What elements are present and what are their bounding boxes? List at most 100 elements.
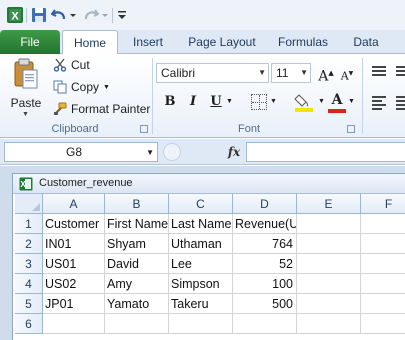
excel-icon[interactable]: X (4, 5, 26, 25)
tab-page-layout[interactable]: Page Layout (184, 30, 260, 54)
column-header-b[interactable]: B (105, 194, 169, 214)
cell-f5[interactable] (361, 294, 405, 314)
copy-dropdown-icon[interactable]: ▼ (103, 84, 110, 91)
tab-home[interactable]: Home (62, 30, 118, 55)
align-left-icon[interactable] (372, 96, 386, 112)
font-name-dropdown-icon[interactable]: ▼ (258, 64, 266, 82)
redo-icon[interactable] (82, 5, 100, 25)
fill-color-dropdown-icon[interactable]: ▼ (318, 98, 325, 105)
scissors-icon (52, 57, 68, 73)
shrink-font-label: A (340, 69, 349, 83)
cell-e4[interactable] (297, 274, 361, 294)
cell-f6[interactable] (361, 314, 405, 334)
row-header-3[interactable]: 3 (15, 254, 43, 274)
grow-font-button[interactable]: A▲ (316, 63, 336, 85)
row-header-5[interactable]: 5 (15, 294, 43, 314)
paste-button[interactable]: Paste ▼ (6, 58, 46, 118)
tab-file[interactable]: File (0, 30, 60, 54)
row-header-2[interactable]: 2 (15, 234, 43, 254)
format-painter-button[interactable]: Format Painter (52, 100, 150, 118)
undo-dropdown-icon[interactable] (68, 5, 78, 25)
cell-f2[interactable] (361, 234, 405, 254)
tab-formulas[interactable]: Formulas (272, 30, 334, 54)
cell-b2[interactable]: Shyam (105, 234, 169, 254)
cell-c2[interactable]: Uthaman (169, 234, 233, 254)
font-color-dropdown-icon[interactable]: ▼ (348, 98, 355, 105)
tab-data[interactable]: Data (346, 30, 386, 54)
name-box[interactable]: G8 ▼ (4, 142, 158, 162)
row-header-1[interactable]: 1 (15, 214, 43, 234)
font-size-combo[interactable]: 11 ▼ (271, 63, 311, 83)
align-top-icon[interactable] (372, 66, 386, 78)
cell-c5[interactable]: Takeru (169, 294, 233, 314)
save-icon[interactable] (30, 5, 48, 25)
shrink-font-button[interactable]: A▼ (338, 63, 356, 83)
cell-e1[interactable] (297, 214, 361, 234)
cell-c4[interactable]: Simpson (169, 274, 233, 294)
row-header-6[interactable]: 6 (15, 314, 43, 334)
font-launcher-icon[interactable] (347, 125, 355, 133)
cell-f4[interactable] (361, 274, 405, 294)
cut-button[interactable]: Cut (52, 56, 90, 74)
cell-a3[interactable]: US01 (43, 254, 105, 274)
column-header-a[interactable]: A (43, 194, 105, 214)
fill-color-icon[interactable] (294, 92, 316, 112)
cell-f3[interactable] (361, 254, 405, 274)
cell-d3[interactable]: 52 (233, 254, 297, 274)
underline-button[interactable]: U (206, 92, 226, 112)
paste-dropdown-icon[interactable]: ▼ (22, 111, 29, 118)
font-name-combo[interactable]: Calibri ▼ (156, 63, 269, 83)
row-header-4[interactable]: 4 (15, 274, 43, 294)
cell-e2[interactable] (297, 234, 361, 254)
formula-input[interactable] (246, 142, 405, 162)
copy-button[interactable]: Copy ▼ (52, 78, 110, 96)
cell-c3[interactable]: Lee (169, 254, 233, 274)
cell-e6[interactable] (297, 314, 361, 334)
font-size-dropdown-icon[interactable]: ▼ (300, 64, 308, 82)
align-middle-icon[interactable] (396, 66, 405, 78)
redo-dropdown-icon[interactable] (100, 5, 110, 25)
name-box-dropdown-icon[interactable]: ▼ (146, 144, 154, 162)
name-box-value: G8 (65, 145, 82, 159)
cell-b1[interactable]: First Name (105, 214, 169, 234)
cell-d5[interactable]: 500 (233, 294, 297, 314)
cell-a1[interactable]: Customer (43, 214, 105, 234)
cell-c1[interactable]: Last Name (169, 214, 233, 234)
customize-toolbar-icon[interactable] (116, 5, 128, 25)
column-header-e[interactable]: E (297, 194, 361, 214)
undo-icon[interactable] (50, 5, 68, 25)
column-header-f[interactable]: F (361, 194, 405, 214)
insert-function-button[interactable]: fx (225, 142, 243, 162)
svg-text:X: X (11, 11, 19, 23)
cell-c6[interactable] (169, 314, 233, 334)
cell-a6[interactable] (43, 314, 105, 334)
workbook-window: X Customer_revenue A B C D E F 1 2 3 4 5… (12, 173, 405, 340)
tab-insert[interactable]: Insert (124, 30, 172, 54)
italic-button[interactable]: I (183, 92, 203, 112)
cell-d2[interactable]: 764 (233, 234, 297, 254)
select-all-corner[interactable] (15, 194, 43, 214)
cell-d4[interactable]: 100 (233, 274, 297, 294)
workbook-titlebar[interactable]: X Customer_revenue (13, 174, 405, 194)
cell-b3[interactable]: David (105, 254, 169, 274)
cell-f1[interactable] (361, 214, 405, 234)
cell-b5[interactable]: Yamato (105, 294, 169, 314)
formula-bar-resize-handle[interactable] (163, 143, 181, 161)
cell-a2[interactable]: IN01 (43, 234, 105, 254)
cell-d1[interactable]: Revenue(USD) (233, 214, 297, 234)
bold-button[interactable]: B (160, 92, 180, 112)
align-center-icon[interactable] (396, 96, 405, 112)
cell-a5[interactable]: JP01 (43, 294, 105, 314)
cell-e5[interactable] (297, 294, 361, 314)
cell-b6[interactable] (105, 314, 169, 334)
borders-dropdown-icon[interactable]: ▼ (270, 98, 277, 105)
cell-b4[interactable]: Amy (105, 274, 169, 294)
cell-e3[interactable] (297, 254, 361, 274)
clipboard-launcher-icon[interactable] (140, 125, 148, 133)
underline-dropdown-icon[interactable]: ▼ (226, 98, 233, 105)
cell-d6[interactable] (233, 314, 297, 334)
borders-icon[interactable] (251, 94, 267, 110)
column-header-d[interactable]: D (233, 194, 297, 214)
column-header-c[interactable]: C (169, 194, 233, 214)
cell-a4[interactable]: US02 (43, 274, 105, 294)
